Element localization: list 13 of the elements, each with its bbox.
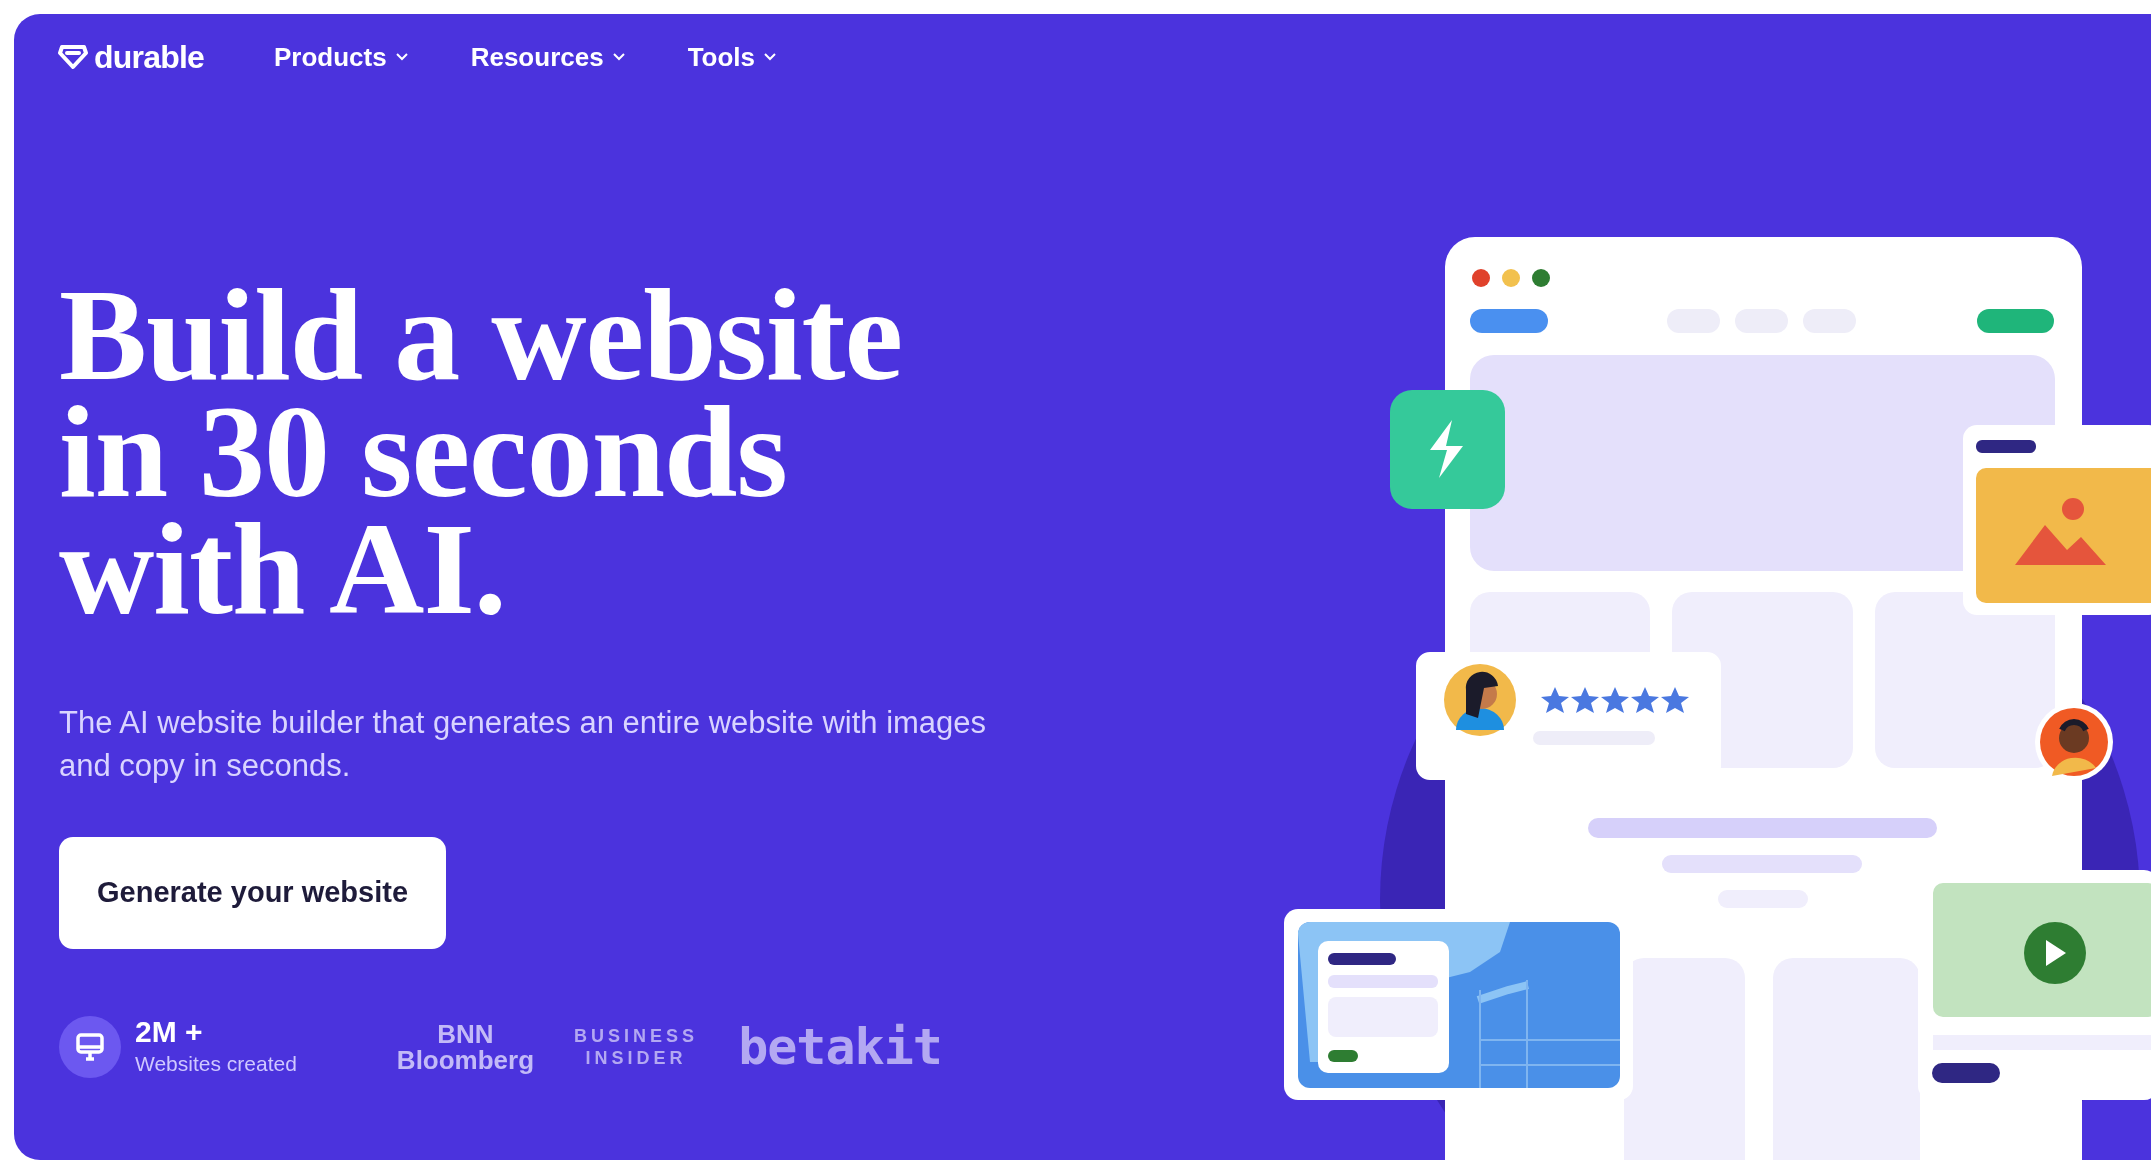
nav-menu-link[interactable]: Products bbox=[274, 37, 409, 77]
nav-menu-link[interactable]: Tools bbox=[687, 37, 778, 77]
diamond-logo-icon bbox=[58, 44, 88, 70]
press-logo: BNN Bloomberg bbox=[396, 1021, 535, 1073]
nav-menu-link[interactable]: Resources bbox=[470, 37, 626, 77]
headline: Build a website in 30 seconds with AI. bbox=[59, 276, 904, 627]
stat-value: 2M + bbox=[135, 1015, 204, 1049]
subtitle: The AI website builder that generates an entire website with images and copy in seconds. bbox=[59, 704, 988, 785]
stat-label: Websites created bbox=[135, 1051, 297, 1077]
logo-link[interactable]: durable bbox=[58, 33, 204, 81]
press-logo: BUSINESS INSIDER bbox=[574, 1025, 699, 1069]
press-logo: betakit bbox=[738, 1022, 942, 1072]
generate-website-button[interactable]: Generate your website bbox=[59, 837, 447, 949]
